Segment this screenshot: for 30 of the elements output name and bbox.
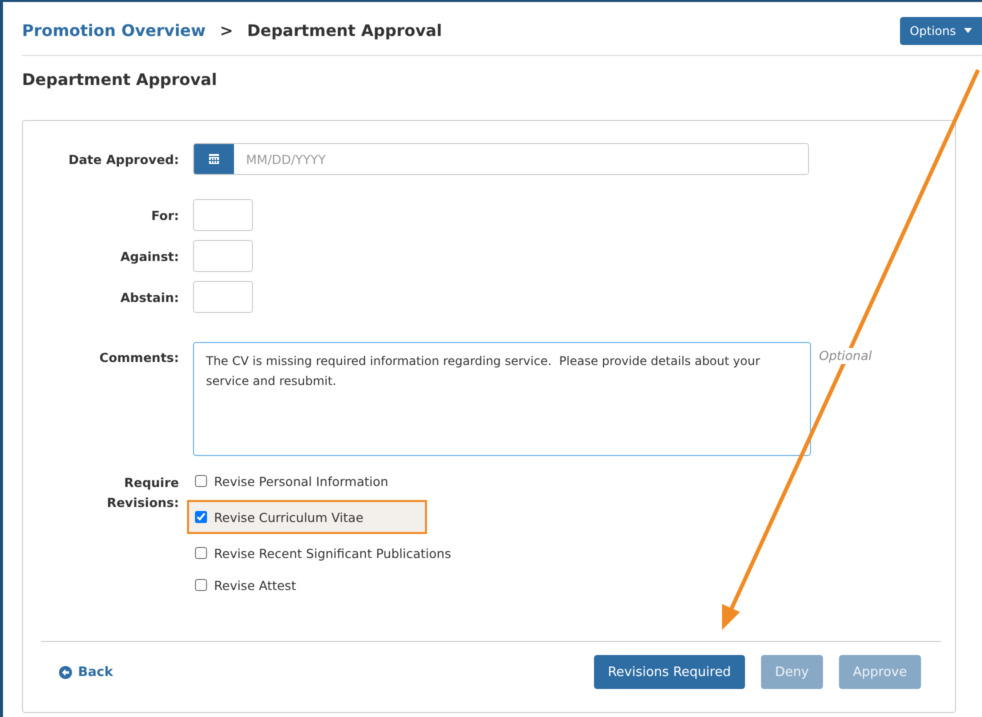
back-link[interactable]: Back: [59, 664, 114, 680]
date-field[interactable]: MM/DD/YYYY: [193, 143, 809, 175]
breadcrumb-current: Department Approval: [247, 21, 442, 40]
field-label: Comments:: [98, 350, 179, 365]
caret-icon: [964, 28, 972, 33]
optional-hint: Optional: [817, 348, 874, 364]
options-button[interactable]: Options: [900, 16, 982, 44]
checkbox-label[interactable]: Revise Curriculum Vitae: [214, 510, 364, 524]
back-arrow-icon: [59, 666, 72, 678]
checkbox-label[interactable]: Revise Personal Information: [214, 474, 388, 488]
checkbox-label[interactable]: Revise Attest: [214, 578, 296, 592]
action-button[interactable]: Revisions Required: [594, 655, 745, 689]
comments-field[interactable]: The CV is missing required information regarding service. Please provide details about your service and resubmit.: [193, 342, 811, 456]
checkbox[interactable]: [195, 475, 207, 487]
vote-count-field[interactable]: [193, 240, 253, 272]
breadcrumb-separator: >: [220, 21, 234, 40]
vote-count-field[interactable]: [193, 281, 253, 313]
vote-count-field[interactable]: [193, 199, 253, 231]
page-title: Department Approval: [22, 70, 218, 91]
calendar-icon: [208, 153, 220, 165]
checkbox-label[interactable]: Revise Recent Significant Publications: [214, 546, 452, 560]
checkbox[interactable]: [195, 547, 207, 559]
field-label: Require Revisions:: [106, 474, 179, 512]
field-label: Date Approved:: [67, 152, 179, 166]
field-label: Abstain:: [119, 290, 179, 304]
field-label: Against:: [119, 248, 179, 264]
field-label: For:: [150, 208, 179, 222]
breadcrumb-link[interactable]: Promotion Overview: [22, 21, 206, 40]
checkbox[interactable]: [195, 579, 207, 591]
checkbox[interactable]: [195, 511, 207, 523]
